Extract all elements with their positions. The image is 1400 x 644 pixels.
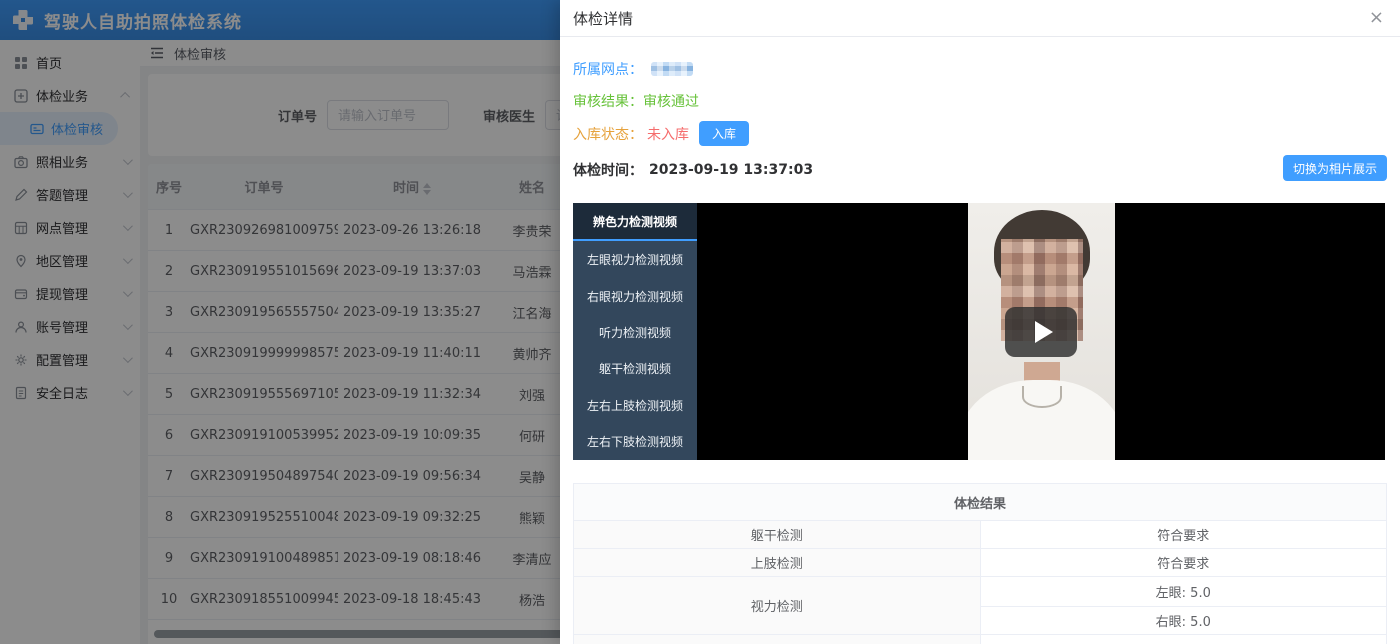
person-necklace	[1022, 386, 1062, 408]
review-result-label: 审核结果：	[573, 91, 643, 111]
switch-to-photo-button[interactable]: 切换为相片展示	[1283, 155, 1387, 181]
exam-results-section: 体检结果 躯干检测 符合要求 上肢检测 符合要求 视力检测 左眼: 5.0 右眼…	[573, 483, 1387, 644]
video-tab-list: 辨色力检测视频 左眼视力检测视频 右眼视力检测视频 听力检测视频 躯干检测视频 …	[573, 203, 697, 460]
result-item-value: 右眼: 5.0	[980, 607, 1387, 635]
netpoint-line: 所属网点：	[573, 59, 693, 79]
result-item-value: 符合要求	[980, 521, 1387, 549]
result-row-partial	[574, 635, 1387, 644]
play-icon	[1035, 321, 1053, 343]
video-tab-upper-limbs[interactable]: 左右上肢检测视频	[573, 387, 697, 423]
close-icon[interactable]: ×	[1369, 8, 1384, 28]
video-tab-lower-limbs[interactable]: 左右下肢检测视频	[573, 424, 697, 460]
store-button[interactable]: 入库	[699, 121, 749, 146]
result-item-label: 躯干检测	[574, 521, 981, 549]
video-tab-left-eye[interactable]: 左眼视力检测视频	[573, 241, 697, 277]
storage-status-line: 入库状态： 未入库 入库	[573, 121, 749, 146]
review-result-line: 审核结果： 审核通过	[573, 91, 699, 111]
drawer-header: 体检详情	[560, 0, 1400, 37]
exam-time-label: 体检时间：	[573, 160, 643, 180]
netpoint-value-redacted	[651, 62, 693, 76]
review-result-value: 审核通过	[643, 91, 699, 111]
result-item-label: 视力检测	[574, 577, 981, 635]
result-item-value: 符合要求	[980, 549, 1387, 577]
result-row: 视力检测 左眼: 5.0	[574, 577, 1387, 607]
storage-status-value: 未入库	[647, 124, 689, 144]
storage-status-label: 入库状态：	[573, 124, 643, 144]
result-row: 上肢检测 符合要求	[574, 549, 1387, 577]
exam-detail-drawer: 体检详情 × 所属网点： 审核结果： 审核通过 入库状态： 未入库 入库 体检时…	[560, 0, 1400, 644]
video-tab-right-eye[interactable]: 右眼视力检测视频	[573, 278, 697, 314]
exam-time-value: 2023-09-19 13:37:03	[649, 162, 813, 178]
netpoint-label: 所属网点：	[573, 59, 643, 79]
result-item-value: 左眼: 5.0	[980, 577, 1387, 607]
play-button[interactable]	[1005, 307, 1077, 357]
drawer-title: 体检详情	[573, 8, 633, 29]
exam-results-table: 体检结果 躯干检测 符合要求 上肢检测 符合要求 视力检测 左眼: 5.0 右眼…	[573, 483, 1387, 644]
video-tab-hearing[interactable]: 听力检测视频	[573, 314, 697, 350]
results-table-title: 体检结果	[574, 484, 1387, 521]
video-section: 辨色力检测视频 左眼视力检测视频 右眼视力检测视频 听力检测视频 躯干检测视频 …	[573, 203, 1385, 460]
app-root: 驾驶人自助拍照体检系统 首页 体检业务 体检审核 照相业务 答题管理 网	[0, 0, 1400, 644]
result-row: 躯干检测 符合要求	[574, 521, 1387, 549]
video-player[interactable]	[697, 203, 1385, 460]
video-tab-torso[interactable]: 躯干检测视频	[573, 351, 697, 387]
video-tab-color-vision[interactable]: 辨色力检测视频	[573, 203, 697, 241]
exam-time-line: 体检时间： 2023-09-19 13:37:03	[573, 160, 813, 180]
result-item-label: 上肢检测	[574, 549, 981, 577]
